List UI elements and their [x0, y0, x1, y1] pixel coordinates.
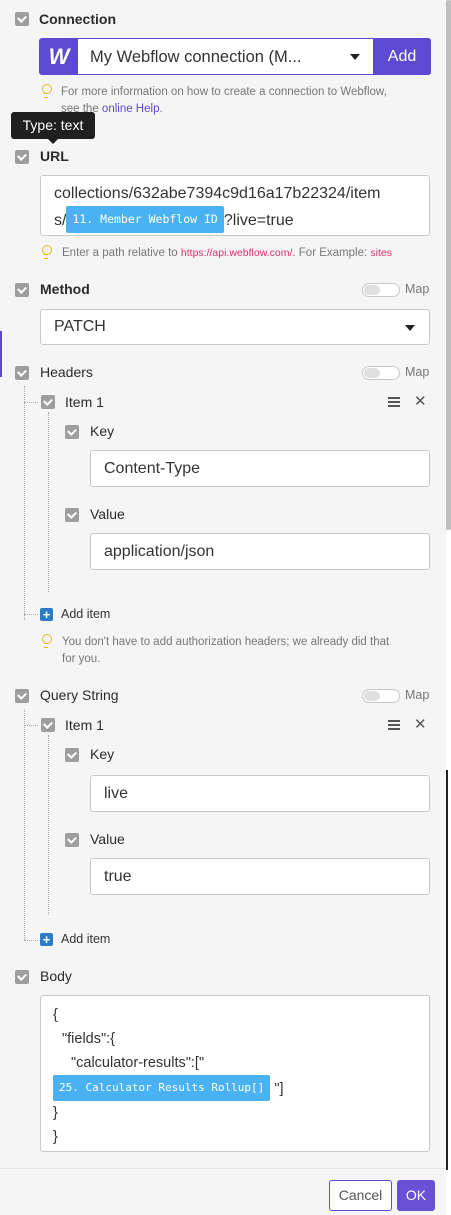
method-collapse-checkbox[interactable] [15, 283, 29, 297]
body-variable-pill[interactable]: 25. Calculator Results Rollup[] [53, 1075, 271, 1101]
query-item-label: Item 1 [65, 717, 104, 733]
active-section-marker [0, 331, 2, 377]
query-add-item-button[interactable]: Add item [61, 932, 110, 946]
body-collapse-checkbox[interactable] [15, 970, 29, 984]
chevron-down-icon [405, 325, 415, 331]
tree-line [24, 402, 38, 403]
url-input[interactable]: collections/632abe7394c9d16a17b22324/ite… [40, 175, 430, 236]
method-select[interactable]: PATCH [40, 309, 430, 345]
query-key-input[interactable]: live [90, 775, 430, 812]
query-map-toggle[interactable] [362, 689, 400, 703]
query-key-collapse-checkbox[interactable] [65, 748, 79, 762]
tree-line [24, 386, 25, 620]
connection-hint: For more information on how to create a … [61, 86, 387, 115]
scrollbar-thumb[interactable] [446, 0, 451, 530]
body-label: Body [40, 968, 72, 984]
method-map-toggle[interactable] [362, 283, 400, 297]
ok-button[interactable]: OK [397, 1180, 435, 1211]
headers-value-collapse-checkbox[interactable] [65, 508, 79, 522]
body-line: } [53, 1129, 58, 1145]
module-settings-panel: Connection W My Webflow connection (M...… [0, 0, 446, 1215]
body-line: } [53, 1105, 58, 1121]
headers-value-label: Value [90, 506, 125, 522]
close-icon[interactable]: ✕ [414, 394, 427, 409]
headers-map-toggle[interactable] [362, 366, 400, 380]
reorder-icon[interactable] [388, 397, 400, 407]
query-label: Query String [40, 687, 119, 703]
headers-key-input[interactable]: Content-Type [90, 450, 430, 487]
chevron-down-icon [350, 54, 360, 60]
reorder-icon[interactable] [388, 720, 400, 730]
method-label: Method [40, 281, 90, 297]
connection-selected-value: My Webflow connection (M... [90, 48, 302, 66]
cancel-button[interactable]: Cancel [329, 1180, 392, 1211]
plus-icon[interactable]: + [40, 933, 53, 946]
headers-collapse-checkbox[interactable] [15, 366, 29, 380]
method-map-label: Map [405, 282, 430, 296]
tree-line [48, 735, 49, 915]
body-line: "calculator-results":[" [71, 1055, 205, 1071]
body-textarea[interactable]: { "fields":{ "calculator-results":[" 25.… [40, 995, 430, 1152]
query-value-label: Value [90, 831, 125, 847]
query-item1-collapse-checkbox[interactable] [41, 718, 55, 732]
tree-line [24, 725, 38, 726]
add-connection-button[interactable]: Add [373, 38, 431, 75]
api-url-link[interactable]: https://api.webflow.com/ [181, 247, 292, 259]
url-collapse-checkbox[interactable] [15, 150, 29, 164]
body-line: { [53, 1007, 58, 1023]
headers-item1-collapse-checkbox[interactable] [41, 395, 55, 409]
headers-value-input[interactable]: application/json [90, 533, 430, 570]
url-variable-pill[interactable]: 11. Member Webflow ID [66, 206, 224, 233]
url-line-1: collections/632abe7394c9d16a17b22324/ite… [54, 185, 381, 202]
query-value-collapse-checkbox[interactable] [65, 833, 79, 847]
url-label: URL [40, 148, 69, 164]
type-tooltip: Type: text [11, 112, 95, 144]
url-line-2: s/11. Member Webflow ID ?live=true [54, 206, 429, 233]
tree-line [24, 940, 38, 941]
query-map-label: Map [405, 688, 430, 702]
lightbulb-icon [41, 245, 52, 259]
panel-divider [446, 770, 448, 1170]
tree-line [48, 412, 49, 592]
method-selected-value: PATCH [54, 318, 106, 335]
headers-hint: You don't have to add authorization head… [62, 636, 390, 665]
lightbulb-icon [41, 634, 52, 648]
close-icon[interactable]: ✕ [414, 717, 427, 732]
plus-icon[interactable]: + [40, 608, 53, 621]
lightbulb-icon [41, 84, 52, 98]
url-hint: Enter a path relative to https://api.web… [62, 247, 392, 259]
example-sites: sites [370, 247, 392, 259]
headers-label: Headers [40, 364, 93, 380]
headers-add-item-button[interactable]: Add item [61, 607, 110, 621]
query-collapse-checkbox[interactable] [15, 689, 29, 703]
connection-select[interactable]: W My Webflow connection (M... Add [39, 38, 431, 75]
headers-map-label: Map [405, 365, 430, 379]
webflow-logo-icon: W [40, 39, 78, 74]
connection-collapse-checkbox[interactable] [15, 12, 29, 26]
headers-key-collapse-checkbox[interactable] [65, 425, 79, 439]
query-value-input[interactable]: true [90, 858, 430, 895]
tree-line [24, 614, 38, 615]
headers-item-label: Item 1 [65, 394, 104, 410]
tree-line [24, 709, 25, 940]
query-key-label: Key [90, 746, 115, 762]
connection-label: Connection [39, 11, 116, 27]
headers-key-label: Key [90, 423, 115, 439]
body-line: 25. Calculator Results Rollup[] "] [53, 1075, 429, 1101]
body-line: "fields":{ [62, 1031, 116, 1047]
online-help-link[interactable]: online Help [102, 103, 160, 115]
